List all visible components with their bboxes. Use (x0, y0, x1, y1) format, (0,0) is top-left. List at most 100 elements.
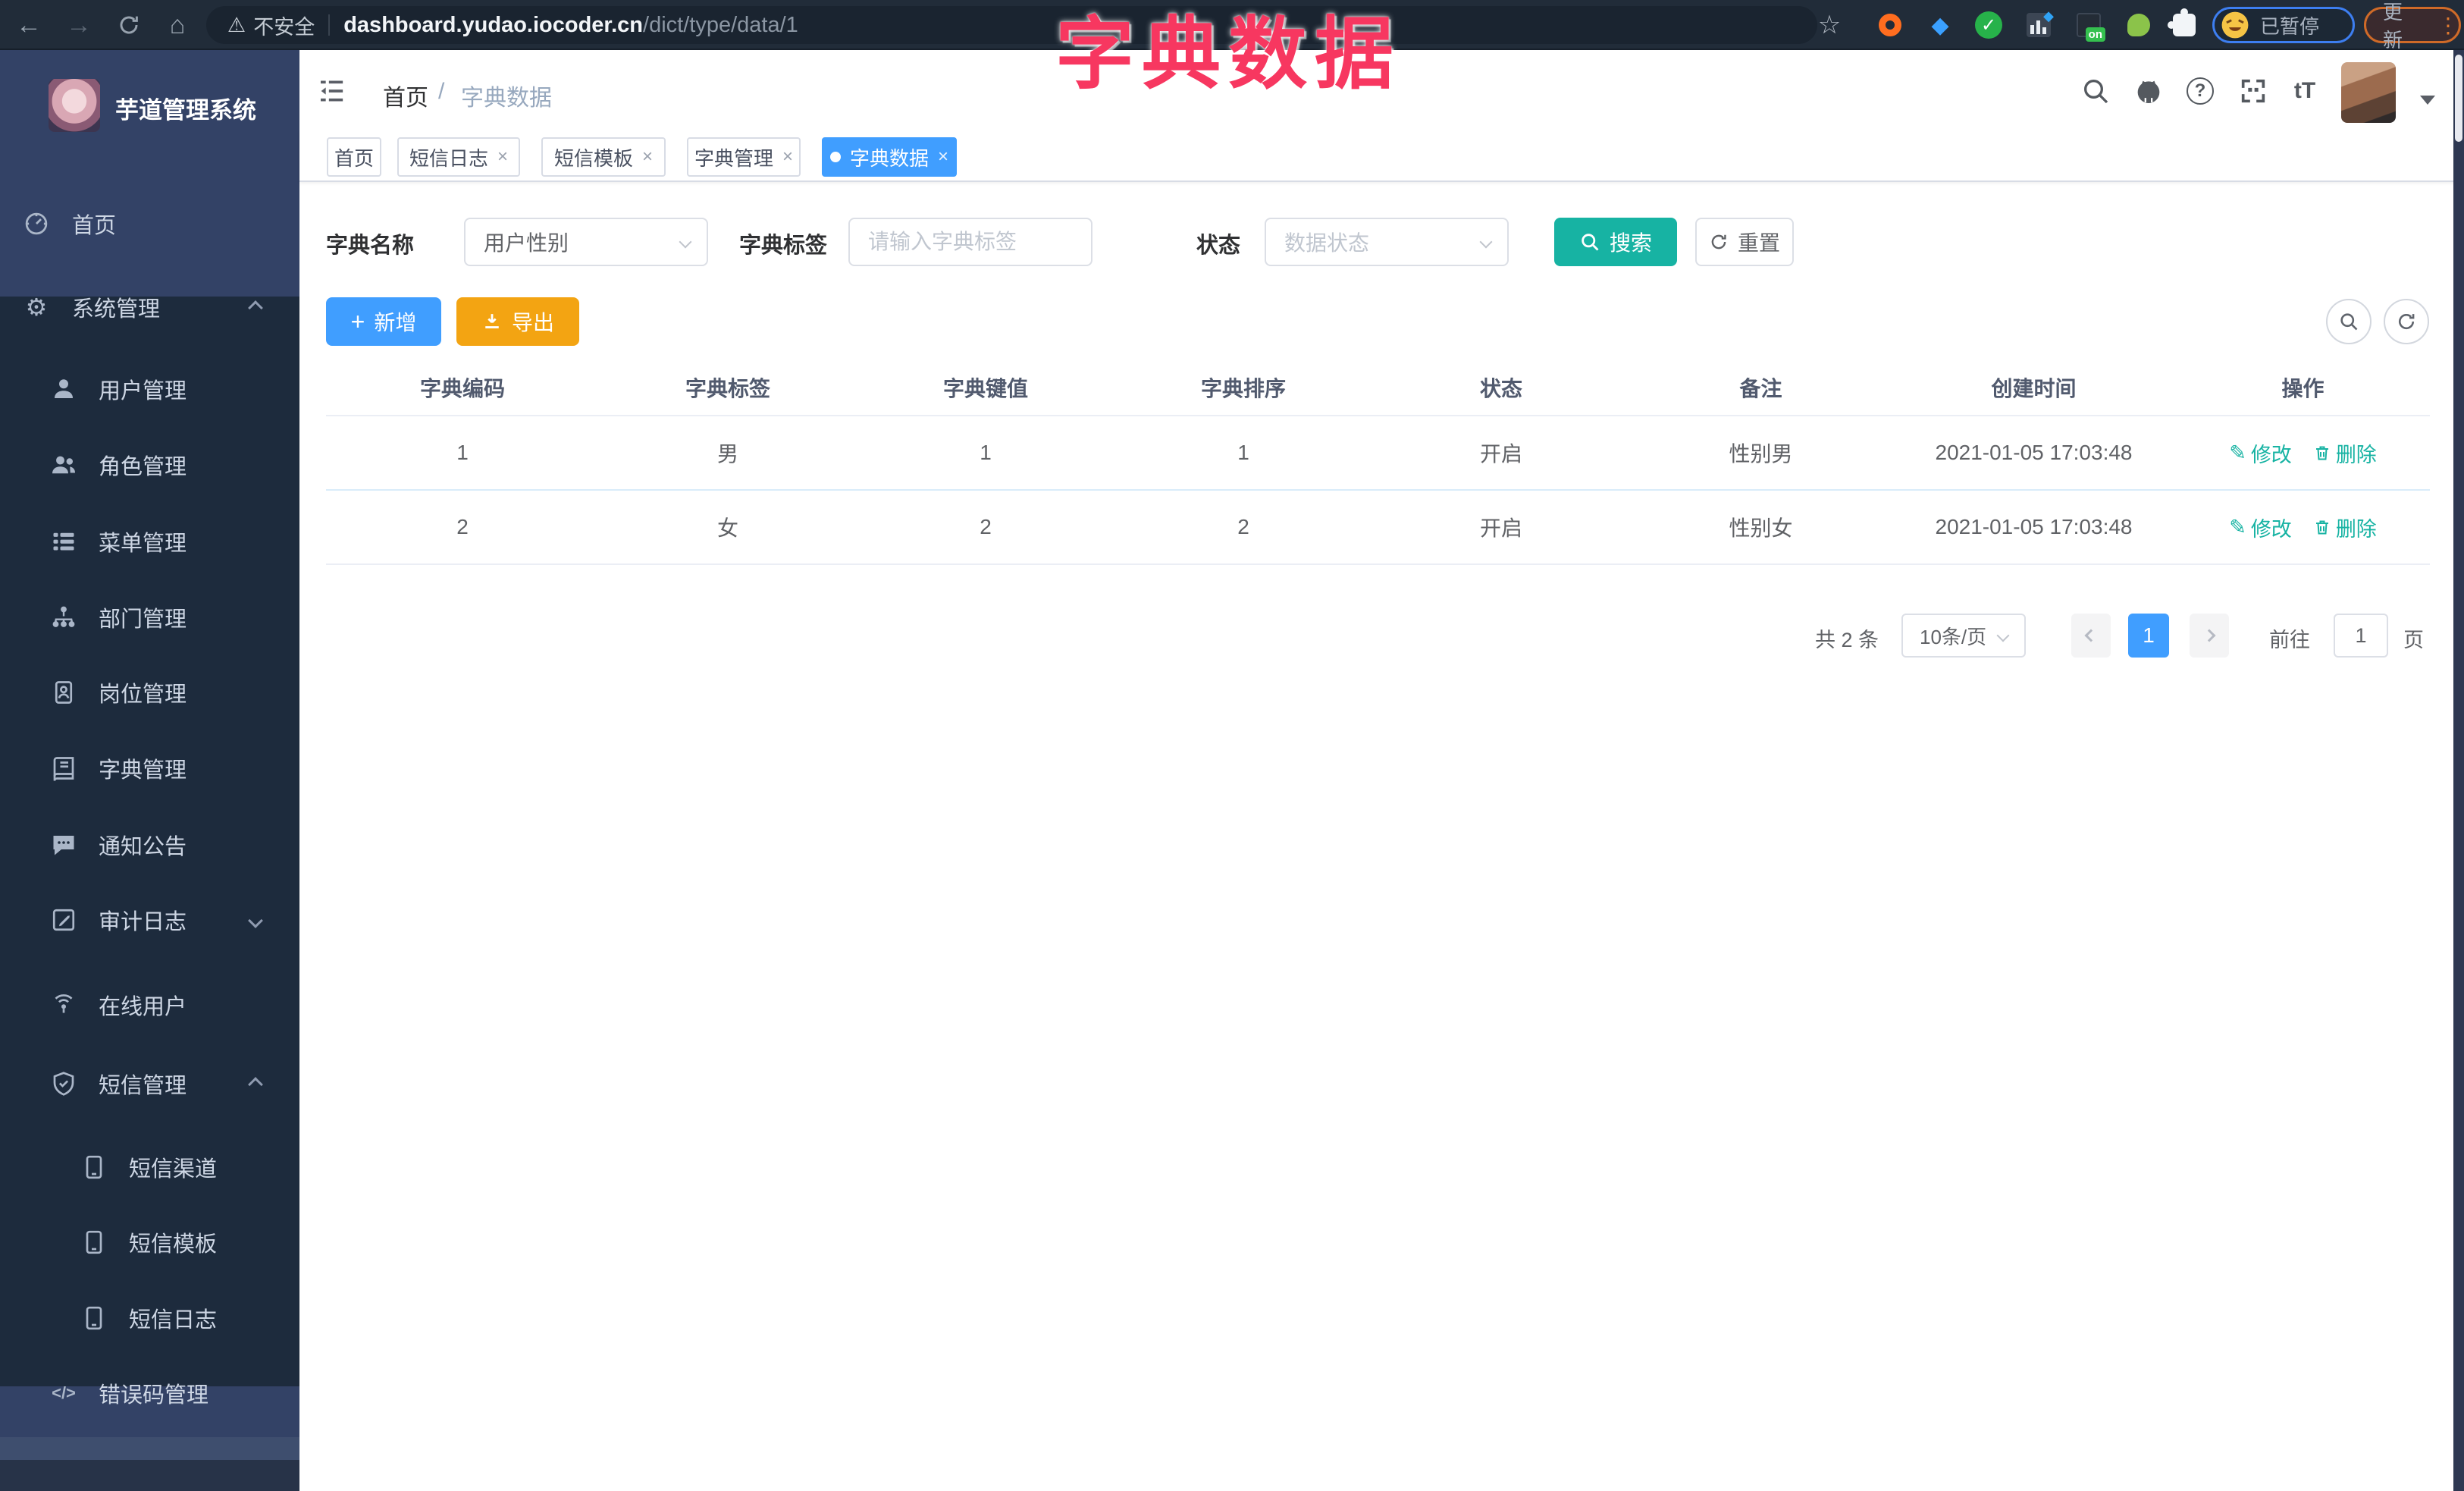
sidebar-item-online-users[interactable]: 在线用户 (0, 968, 299, 1041)
add-button[interactable]: + 新增 (326, 297, 441, 346)
extension-icon-blue-gem[interactable]: ◆ (1926, 11, 1955, 39)
address-bar[interactable]: ⚠ 不安全 dashboard.yudao.iocoder.cn /dict/t… (206, 6, 1817, 44)
extensions-puzzle-icon[interactable] (2168, 8, 2199, 39)
browser-home-icon[interactable]: ⌂ (156, 0, 199, 50)
fullscreen-icon[interactable] (2238, 76, 2268, 106)
goto-page-input[interactable] (2334, 614, 2388, 658)
close-icon[interactable]: × (938, 146, 948, 168)
sidebar-logo-row[interactable]: 芋道管理系统 (0, 64, 299, 147)
filter-dict-name-label: 字典名称 (326, 234, 415, 258)
avatar-caret-down-icon[interactable] (2420, 96, 2435, 105)
dict-tag-input[interactable] (868, 230, 1058, 254)
sidebar-item-home[interactable]: 首页 (0, 187, 299, 260)
next-page-button[interactable] (2190, 614, 2229, 658)
table-row[interactable]: 2 女 2 2 开启 性别女 2021-01-05 17:03:48 ✎ 修改 (326, 491, 2430, 565)
page-unit-label: 页 (2403, 629, 2424, 651)
edit-link[interactable]: ✎ 修改 (2229, 438, 2292, 468)
scrollbar-thumb[interactable] (2455, 55, 2462, 142)
delete-link[interactable]: 删除 (2313, 513, 2377, 542)
close-icon[interactable]: × (782, 146, 793, 168)
close-icon[interactable]: × (497, 146, 508, 168)
header-search-icon[interactable] (2080, 76, 2111, 106)
help-icon[interactable]: ? (2185, 76, 2215, 106)
prev-page-button[interactable] (2071, 614, 2111, 658)
sidebar: 芋道管理系统 首页 ⚙ 系统管理 用户管理 角色管理 菜单管理 部门管理 岗位管… (0, 50, 299, 1491)
sidebar-item-error-code[interactable]: </> 错误码管理 (0, 1357, 299, 1430)
font-size-icon[interactable]: tT (2290, 76, 2320, 106)
chevron-up-icon (248, 1077, 263, 1092)
browser-reload-icon[interactable] (108, 0, 150, 50)
filter-status-label: 状态 (1196, 234, 1241, 258)
sidebar-item-dept-management[interactable]: 部门管理 (0, 581, 299, 654)
extension-icon-green-check[interactable]: ✓ (1974, 11, 2003, 39)
phone-icon (80, 1229, 108, 1256)
export-button[interactable]: 导出 (456, 297, 579, 346)
browser-update-button[interactable]: 更新 ⋮ (2364, 1, 2461, 52)
chevron-down-icon (1996, 629, 2010, 642)
gear-icon: ⚙ (25, 293, 48, 321)
page-watermark-title: 字典数据 (1055, 11, 1402, 99)
pencil-icon: ✎ (2229, 441, 2246, 464)
tab-dict-management[interactable]: 字典管理 × (687, 137, 801, 177)
sidebar-group-system-management[interactable]: ⚙ 系统管理 (0, 271, 299, 344)
close-icon[interactable]: × (642, 146, 653, 168)
refresh-table-circle-button[interactable] (2384, 299, 2429, 344)
extension-icon-green-leaf[interactable] (2124, 11, 2153, 39)
edit-link[interactable]: ✎ 修改 (2229, 513, 2292, 542)
dict-name-select[interactable]: 用户性别 (464, 218, 708, 266)
profile-paused-badge[interactable]: 已暂停 (2212, 7, 2355, 43)
sidebar-group-sms-management[interactable]: 短信管理 (0, 1047, 299, 1120)
extension-icon-on-badge[interactable]: on (2074, 11, 2105, 42)
filter-dict-tag-label: 字典标签 (739, 234, 828, 258)
phone-icon (80, 1304, 108, 1332)
table-row[interactable]: 1 男 1 1 开启 性别男 2021-01-05 17:03:48 ✎ 修改 (326, 416, 2430, 491)
org-tree-icon (50, 604, 77, 631)
breadcrumb-home[interactable]: 首页 (383, 79, 428, 112)
dict-tag-input-box (848, 218, 1092, 266)
browser-menu-kebab-icon[interactable]: ⋮ (2437, 13, 2459, 38)
sidebar-item-post-management[interactable]: 岗位管理 (0, 656, 299, 729)
chevron-left-icon (2084, 629, 2098, 642)
reset-button[interactable]: 重置 (1695, 218, 1794, 266)
toggle-search-circle-button[interactable] (2326, 299, 2372, 344)
status-select[interactable]: 数据状态 (1265, 218, 1509, 266)
sidebar-item-menu-management[interactable]: 菜单管理 (0, 505, 299, 578)
pagination-total: 共 2 条 (1815, 629, 1879, 651)
sidebar-item-role-management[interactable]: 角色管理 (0, 428, 299, 501)
tab-home[interactable]: 首页 (327, 137, 381, 177)
extension-icon-orange-ring[interactable] (1876, 11, 1904, 39)
sidebar-group-audit-log[interactable]: 审计日志 (0, 884, 299, 956)
tab-sms-log[interactable]: 短信日志 × (397, 137, 520, 177)
delete-link[interactable]: 删除 (2313, 438, 2377, 468)
extension-icon-chart[interactable]: ◆ (2024, 8, 2054, 39)
page-size-select[interactable]: 10条/页 (1901, 614, 2026, 658)
sidebar-item-sms-log[interactable]: 短信日志 (0, 1282, 299, 1354)
users-icon (50, 451, 77, 479)
github-icon[interactable] (2133, 76, 2164, 106)
tab-dict-data-active[interactable]: 字典数据 × (822, 137, 957, 177)
sidebar-bottom-strip (0, 1460, 299, 1491)
sidebar-toggle-hamburger-icon[interactable] (317, 76, 347, 106)
bookmark-star-icon[interactable]: ☆ (1815, 11, 1844, 39)
browser-back-icon[interactable]: ← (8, 0, 50, 50)
phone-icon (80, 1154, 108, 1181)
search-button[interactable]: 搜索 (1554, 218, 1677, 266)
screen: ← → ⌂ ⚠ 不安全 dashboard.yudao.iocoder.cn /… (0, 0, 2464, 1491)
tab-sms-template[interactable]: 短信模板 × (541, 137, 666, 177)
emoji-avatar-icon (2221, 11, 2249, 39)
edit-log-icon (50, 906, 77, 934)
window-scrollbar[interactable] (2453, 50, 2464, 1491)
goto-label: 前往 (2269, 629, 2310, 651)
sidebar-item-sms-template[interactable]: 短信模板 (0, 1206, 299, 1279)
browser-forward-icon[interactable]: → (58, 0, 100, 50)
current-page-button[interactable]: 1 (2128, 614, 2169, 658)
book-icon (50, 755, 77, 782)
user-avatar[interactable] (2341, 62, 2396, 123)
sidebar-item-notice[interactable]: 通知公告 (0, 808, 299, 881)
breadcrumb-separator: / (438, 79, 445, 104)
not-secure-label: 不安全 (253, 15, 315, 39)
sidebar-item-sms-channel[interactable]: 短信渠道 (0, 1131, 299, 1204)
sidebar-item-dict-management[interactable]: 字典管理 (0, 732, 299, 805)
dashboard-icon (23, 210, 50, 237)
sidebar-item-user-management[interactable]: 用户管理 (0, 353, 299, 425)
